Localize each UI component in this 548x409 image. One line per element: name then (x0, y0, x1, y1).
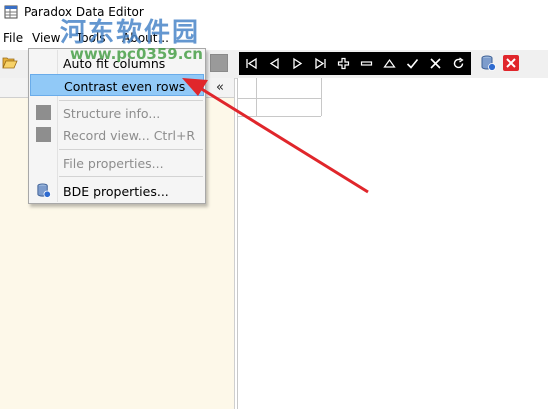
watermark-url: www.pc0359.cn (70, 45, 203, 63)
watermark-logo: 河东软件园 (60, 18, 201, 48)
